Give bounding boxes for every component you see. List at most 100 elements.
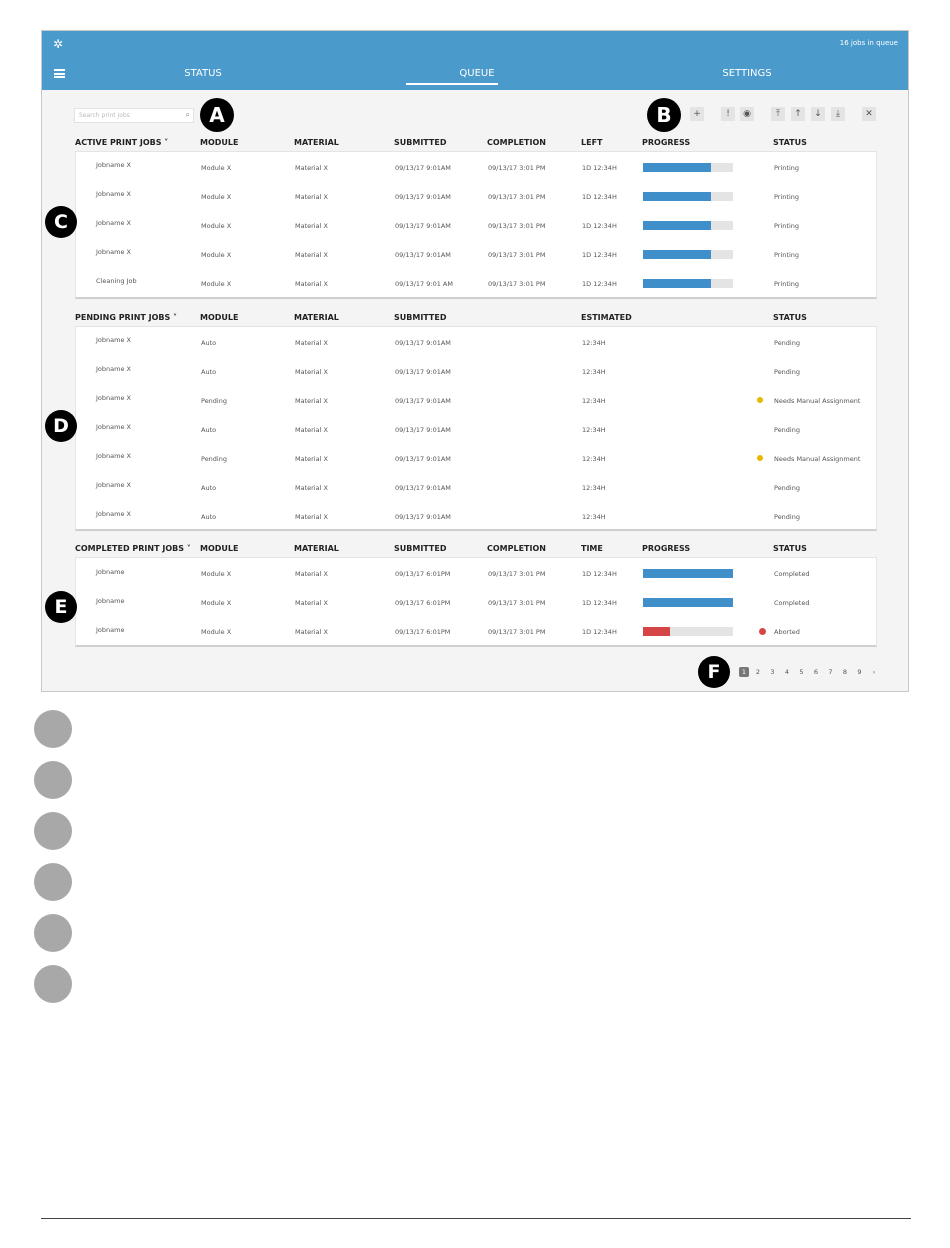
job-estimated: 12:34H — [582, 484, 606, 492]
table-row[interactable]: Jobname X Auto Material X 09/13/17 9:01AM 12… — [76, 356, 876, 385]
move-down-button[interactable]: ↓ — [811, 107, 825, 121]
menu-icon[interactable] — [54, 69, 65, 78]
progress-fill: 75.1% — [643, 192, 711, 211]
next-page-icon[interactable]: › — [869, 668, 879, 676]
job-completion: 09/13/17 3:01 PM — [488, 628, 546, 636]
job-status: Pending — [774, 484, 800, 492]
table-row[interactable]: Jobname Module X Material X 09/13/17 6:01PM… — [76, 616, 876, 646]
tab-status[interactable]: STATUS — [143, 68, 263, 79]
completed-jobs-header: COMPLETED PRINT JOBS ˅ MODULE MATERIAL S… — [75, 544, 875, 558]
job-module: Auto — [201, 368, 217, 376]
col-module: MODULE — [200, 138, 239, 147]
progress-fill: 75% — [643, 279, 711, 298]
table-row[interactable]: Jobname Module X Material X 09/13/17 6:01PM… — [76, 558, 876, 588]
col-module: MODULE — [200, 313, 239, 322]
table-row[interactable]: Jobname X Module X Material X 09/13/17 9:01… — [76, 181, 876, 211]
progress-bar: 100% — [643, 598, 733, 617]
pending-jobs-title[interactable]: PENDING PRINT JOBS ˅ — [75, 313, 177, 322]
col-status: STATUS — [773, 544, 807, 553]
job-name: Jobname X — [96, 248, 131, 256]
job-estimated: 12:34H — [582, 397, 606, 405]
legend-bullet — [34, 812, 72, 850]
legend-bullet — [34, 710, 72, 748]
job-module: Auto — [201, 339, 217, 347]
table-row[interactable]: Jobname X Auto Material X 09/13/17 9:01AM 12… — [76, 501, 876, 530]
table-row[interactable]: Jobname X Pending Material X 09/13/17 9:01A… — [76, 443, 876, 472]
page-link[interactable]: 5 — [797, 668, 807, 676]
job-status: Completed — [774, 599, 810, 607]
col-submitted: SUBMITTED — [394, 544, 447, 553]
job-name: Jobname X — [96, 510, 131, 518]
col-submitted: SUBMITTED — [394, 138, 447, 147]
progress-fill: 75.1% — [643, 250, 711, 269]
page-link[interactable]: 7 — [826, 668, 836, 676]
job-completion: 09/13/17 3:01 PM — [488, 222, 546, 230]
info-button[interactable]: ! — [721, 107, 735, 121]
remove-job-button[interactable]: ✕ — [862, 107, 876, 121]
table-row[interactable]: Jobname X Auto Material X 09/13/17 9:01AM 12… — [76, 414, 876, 443]
job-submitted: 09/13/17 9:01 AM — [395, 280, 453, 288]
job-status: Printing — [774, 251, 800, 259]
job-time-left: 1D 12:34H — [582, 222, 617, 230]
job-estimated: 12:34H — [582, 513, 606, 521]
job-material: Material X — [295, 599, 328, 607]
search-icon[interactable]: ⌕ — [186, 110, 190, 120]
job-material: Material X — [295, 280, 328, 288]
job-name: Jobname X — [96, 452, 131, 460]
move-to-top-button[interactable]: ⤒ — [771, 107, 785, 121]
progress-bar: 75.1% — [643, 192, 733, 211]
job-material: Material X — [295, 455, 328, 463]
completed-jobs-title[interactable]: COMPLETED PRINT JOBS ˅ — [75, 544, 191, 553]
page-link[interactable]: 6 — [811, 668, 821, 676]
active-jobs-header: ACTIVE PRINT JOBS ˅ MODULE MATERIAL SUBM… — [75, 138, 875, 152]
table-row[interactable]: Jobname X Auto Material X 09/13/17 9:01AM 12… — [76, 327, 876, 356]
table-row[interactable]: Jobname X Pending Material X 09/13/17 9:01A… — [76, 385, 876, 414]
page-current[interactable]: 1 — [739, 667, 749, 677]
completed-jobs-table: Jobname Module X Material X 09/13/17 6:01PM… — [75, 557, 877, 647]
page-link[interactable]: 8 — [840, 668, 850, 676]
table-row[interactable]: Cleaning Job Module X Material X 09/13/17 9… — [76, 268, 876, 298]
col-module: MODULE — [200, 544, 239, 553]
job-status: Completed — [774, 570, 810, 578]
add-job-button[interactable]: + — [690, 107, 704, 121]
job-estimated: 12:34H — [582, 339, 606, 347]
job-status: Printing — [774, 164, 800, 172]
progress-bar: 30% — [643, 627, 733, 646]
progress-bar: 75.1% — [643, 221, 733, 240]
active-jobs-title[interactable]: ACTIVE PRINT JOBS ˅ — [75, 138, 168, 147]
tab-queue[interactable]: QUEUE — [406, 68, 537, 85]
job-material: Material X — [295, 570, 328, 578]
table-row[interactable]: Jobname Module X Material X 09/13/17 6:01PM… — [76, 587, 876, 617]
job-submitted: 09/13/17 9:01AM — [395, 513, 451, 521]
job-material: Material X — [295, 164, 328, 172]
pending-jobs-table: Jobname X Auto Material X 09/13/17 9:01AM 12… — [75, 326, 877, 531]
search-input[interactable]: Search print jobs ⌕ — [74, 108, 194, 123]
tab-settings[interactable]: SETTINGS — [687, 68, 807, 79]
job-name: Jobname X — [96, 190, 131, 198]
table-row[interactable]: Jobname X Module X Material X 09/13/17 9:01… — [76, 239, 876, 269]
job-module: Module X — [201, 164, 232, 172]
move-to-bottom-button[interactable]: ⤓ — [831, 107, 845, 121]
table-row[interactable]: Jobname X Auto Material X 09/13/17 9:01AM 12… — [76, 472, 876, 501]
pending-jobs-header: PENDING PRINT JOBS ˅ MODULE MATERIAL SUB… — [75, 313, 875, 327]
callout-e: E — [45, 591, 77, 623]
preview-button[interactable]: ◉ — [740, 107, 754, 121]
print-queue-app: ✲ 16 jobs in queue STATUS QUEUE SETTINGS… — [41, 30, 909, 692]
job-submitted: 09/13/17 6:01PM — [395, 599, 451, 607]
job-submitted: 09/13/17 9:01AM — [395, 222, 451, 230]
job-status: Needs Manual Assignment — [774, 455, 861, 463]
job-submitted: 09/13/17 6:01PM — [395, 570, 451, 578]
job-module: Pending — [201, 455, 227, 463]
table-row[interactable]: Jobname X Module X Material X 09/13/17 9:01… — [76, 210, 876, 240]
page-link[interactable]: 2 — [753, 668, 763, 676]
job-name: Cleaning Job — [96, 277, 137, 285]
page-link[interactable]: 3 — [768, 668, 778, 676]
job-completion: 09/13/17 3:01 PM — [488, 193, 546, 201]
job-name: Jobname X — [96, 394, 131, 402]
table-row[interactable]: Jobname X Module X Material X 09/13/17 9:01… — [76, 152, 876, 182]
col-completion: COMPLETION — [487, 544, 546, 553]
progress-fill: 100% — [643, 569, 733, 588]
page-link[interactable]: 4 — [782, 668, 792, 676]
page-link[interactable]: 9 — [855, 668, 865, 676]
move-up-button[interactable]: ↑ — [791, 107, 805, 121]
